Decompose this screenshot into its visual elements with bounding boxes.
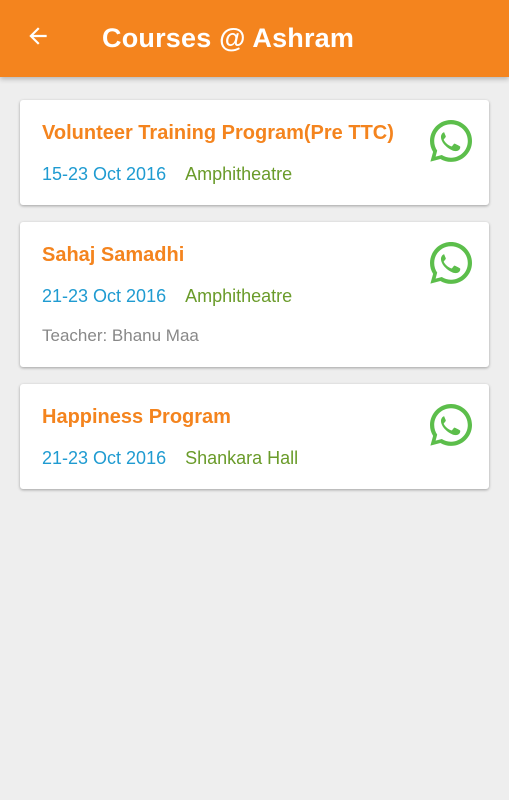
arrow-left-icon <box>25 23 51 54</box>
whatsapp-share-button[interactable] <box>427 117 475 165</box>
whatsapp-icon <box>427 404 475 453</box>
course-card[interactable]: Happiness Program 21-23 Oct 2016 Shankar… <box>20 384 489 489</box>
whatsapp-share-button[interactable] <box>427 401 475 449</box>
course-title: Volunteer Training Program(Pre TTC) <box>42 122 394 144</box>
course-meta: 15-23 Oct 2016 Amphitheatre <box>42 163 399 185</box>
course-date: 21-23 Oct 2016 <box>42 448 167 468</box>
course-title: Happiness Program <box>42 406 231 428</box>
page-title: Courses @ Ashram <box>102 23 355 53</box>
course-meta: 21-23 Oct 2016 Amphitheatre <box>42 285 399 307</box>
course-venue: Shankara Hall <box>185 448 299 468</box>
course-meta: 21-23 Oct 2016 Shankara Hall <box>42 447 399 469</box>
course-card[interactable]: Volunteer Training Program(Pre TTC) 15-2… <box>20 100 489 205</box>
course-venue: Amphitheatre <box>185 164 293 184</box>
course-teacher: Teacher: Bhanu Maa <box>42 326 199 345</box>
whatsapp-share-button[interactable] <box>427 239 475 287</box>
course-date: 15-23 Oct 2016 <box>42 164 167 184</box>
course-card[interactable]: Sahaj Samadhi 21-23 Oct 2016 Amphitheatr… <box>20 222 489 367</box>
whatsapp-icon <box>427 120 475 169</box>
back-button[interactable] <box>14 17 62 59</box>
app-bar: Courses @ Ashram <box>0 0 509 77</box>
whatsapp-icon <box>427 242 475 291</box>
course-venue: Amphitheatre <box>185 286 293 306</box>
course-list: Volunteer Training Program(Pre TTC) 15-2… <box>20 100 489 506</box>
course-title: Sahaj Samadhi <box>42 244 185 266</box>
course-date: 21-23 Oct 2016 <box>42 286 167 306</box>
